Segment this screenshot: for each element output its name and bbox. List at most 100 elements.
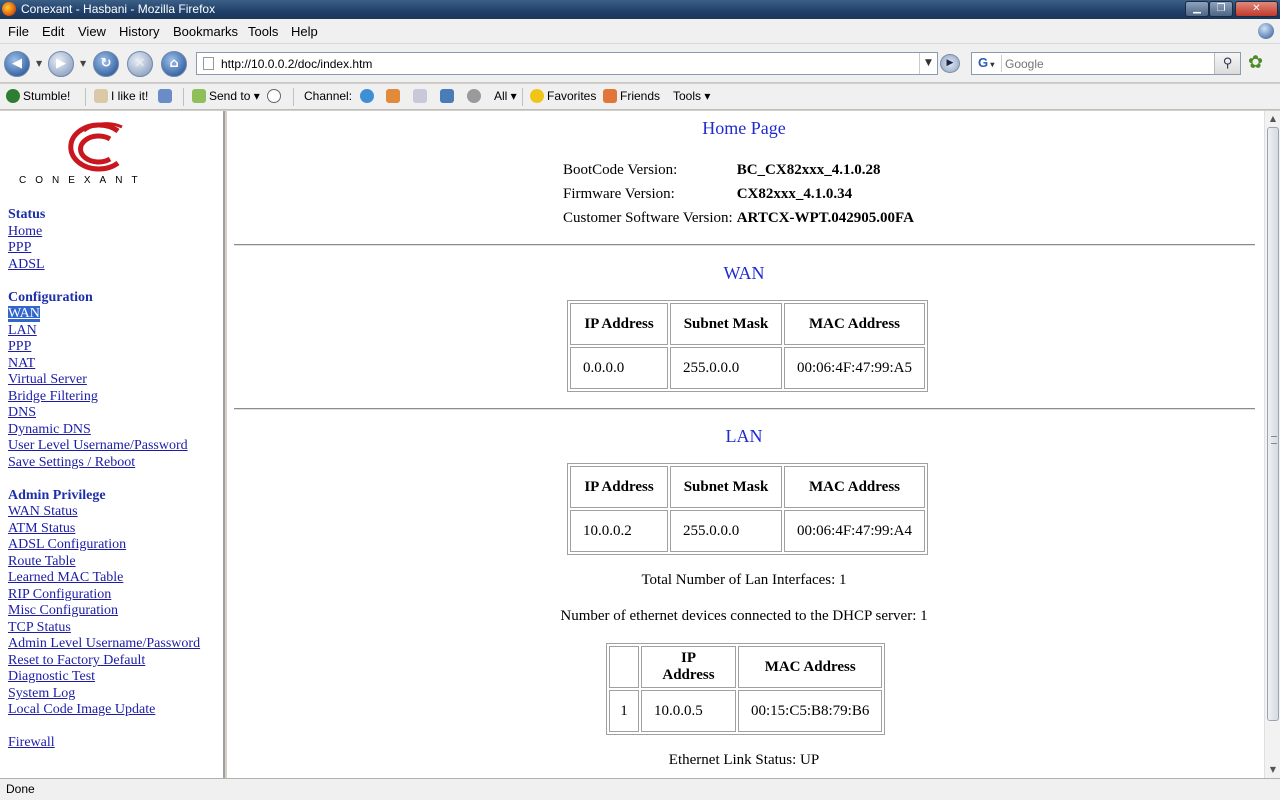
menu-edit[interactable]: Edit	[42, 24, 64, 39]
nav-link-wan-status[interactable]: WAN Status	[8, 504, 78, 520]
nav-link-adsl-configuration[interactable]: ADSL Configuration	[8, 537, 126, 553]
nav-link-adsl[interactable]: ADSL	[8, 257, 45, 273]
like-button[interactable]: I like it!	[94, 89, 148, 103]
nav-link-save-settings-reboot[interactable]: Save Settings / Reboot	[8, 455, 135, 471]
back-button[interactable]: ◀	[4, 51, 30, 77]
nav-link-misc-configuration[interactable]: Misc Configuration	[8, 603, 118, 619]
forward-button[interactable]: ▶	[48, 51, 74, 77]
url-text[interactable]: http://10.0.0.2/doc/index.htm	[221, 57, 372, 71]
nav-link-firewall[interactable]: Firewall	[8, 735, 55, 751]
table-row: 1 10.0.0.5 00:15:C5:B8:79:B6	[609, 690, 883, 732]
version-value: ARTCX-WPT.042905.00FA	[736, 209, 914, 226]
lan-header-ip: IP Address	[570, 466, 668, 508]
menu-view[interactable]: View	[78, 24, 106, 39]
nav-link-ppp[interactable]: PPP	[8, 240, 31, 256]
wan-header-mac: MAC Address	[784, 303, 926, 345]
nav-link-rip-configuration[interactable]: RIP Configuration	[8, 587, 111, 603]
lan-ip: 10.0.0.2	[570, 510, 668, 552]
wan-header-ip: IP Address	[570, 303, 668, 345]
table-row: 0.0.0.0 255.0.0.0 00:06:4F:47:99:A5	[570, 347, 926, 389]
globe-channel-icon[interactable]	[360, 89, 377, 103]
main-scrollbar[interactable]: ▲ ▼	[1264, 111, 1280, 778]
forward-history-dropdown-icon[interactable]: ▼	[80, 59, 86, 68]
dhcp-index: 1	[609, 690, 639, 732]
menu-bar: File Edit View History Bookmarks Tools H…	[0, 19, 1280, 44]
dhcp-mac: 00:15:C5:B8:79:B6	[738, 690, 883, 732]
nav-link-learned-mac-table[interactable]: Learned MAC Table	[8, 570, 123, 586]
nav-link-user-level-username-password[interactable]: User Level Username/Password	[8, 438, 188, 454]
nav-link-virtual-server[interactable]: Virtual Server	[8, 372, 87, 388]
dhcp-header-mac: MAC Address	[738, 646, 883, 688]
home-button[interactable]: ⌂	[161, 51, 187, 77]
nav-link-tcp-status[interactable]: TCP Status	[8, 620, 71, 636]
nav-heading-configuration: Configuration	[8, 290, 93, 305]
menu-tools[interactable]: Tools	[248, 24, 278, 39]
nav-link-reset-to-factory-default[interactable]: Reset to Factory Default	[8, 653, 145, 669]
stumble-button[interactable]: Stumble!	[6, 89, 70, 103]
maximize-button[interactable]: ❐	[1209, 1, 1233, 17]
stumbleupon-toolbar: Stumble! I like it! Send to ▾ Channel: A…	[0, 84, 1280, 110]
frog-addon-icon[interactable]: ✿	[1248, 52, 1272, 74]
friends-button[interactable]: Friends	[603, 89, 660, 103]
nav-link-bridge-filtering[interactable]: Bridge Filtering	[8, 389, 98, 405]
table-row: 10.0.0.2 255.0.0.0 00:06:4F:47:99:A4	[570, 510, 926, 552]
wan-table: IP Address Subnet Mask MAC Address 0.0.0…	[567, 300, 929, 392]
nav-link-local-code-image-update[interactable]: Local Code Image Update	[8, 702, 155, 718]
dislike-button[interactable]	[158, 89, 175, 103]
nav-link-dns[interactable]: DNS	[8, 405, 36, 421]
send-to-button[interactable]: Send to ▾	[192, 89, 260, 103]
channel-label: Channel:	[304, 89, 353, 103]
video-channel-icon[interactable]	[440, 89, 457, 103]
minimize-button[interactable]: ▁	[1185, 1, 1209, 17]
photo-channel-icon[interactable]	[467, 89, 484, 103]
go-button[interactable]: ▶	[940, 54, 960, 73]
thumbs-up-icon	[94, 89, 108, 103]
search-engine-selector[interactable]: G ▾	[974, 55, 1002, 72]
speech-bubble-icon	[267, 89, 281, 103]
favorites-button[interactable]: Favorites	[530, 89, 596, 103]
back-history-dropdown-icon[interactable]: ▼	[36, 59, 42, 68]
search-icon[interactable]: ⚲	[1214, 53, 1240, 74]
stop-button[interactable]: ✕	[127, 51, 153, 77]
window-title: Conexant - Hasbani - Mozilla Firefox	[21, 2, 216, 16]
search-input[interactable]	[1005, 55, 1210, 72]
nav-link-diagnostic-test[interactable]: Diagnostic Test	[8, 669, 95, 685]
status-text: Done	[6, 782, 35, 796]
reload-button[interactable]: ↻	[93, 51, 119, 77]
divider	[234, 408, 1255, 410]
nav-link-dynamic-dns[interactable]: Dynamic DNS	[8, 422, 91, 438]
nav-link-wan[interactable]: WAN	[8, 306, 40, 322]
version-info: BootCode Version: BC_CX82xxx_4.1.0.28 Fi…	[563, 158, 916, 230]
toolbar-separator	[183, 88, 184, 106]
version-label: BootCode Version:	[563, 161, 678, 178]
nav-link-home[interactable]: Home	[8, 224, 42, 240]
menu-history[interactable]: History	[119, 24, 159, 39]
url-dropdown-icon[interactable]: ▼	[919, 53, 937, 74]
all-channels-dropdown[interactable]: All ▾	[494, 89, 517, 103]
nav-link-lan[interactable]: LAN	[8, 323, 37, 339]
scroll-up-arrow-icon[interactable]: ▲	[1265, 111, 1280, 127]
nav-link-route-table[interactable]: Route Table	[8, 554, 76, 570]
scroll-thumb[interactable]	[1267, 127, 1279, 721]
menu-file[interactable]: File	[8, 24, 29, 39]
nav-link-admin-level-username-password[interactable]: Admin Level Username/Password	[8, 636, 200, 652]
people-channel-icon[interactable]	[386, 89, 403, 103]
toolbar-separator	[293, 88, 294, 106]
stumble-tools-menu[interactable]: Tools ▾	[673, 89, 710, 103]
dhcp-device-count: Number of ethernet devices connected to …	[560, 608, 928, 624]
left-nav-frame: CONEXANT Status Home PPP ADSL Configuration W…	[0, 111, 225, 778]
nav-link-atm-status[interactable]: ATM Status	[8, 521, 75, 537]
scroll-down-arrow-icon[interactable]: ▼	[1265, 762, 1280, 778]
wan-mac: 00:06:4F:47:99:A5	[784, 347, 926, 389]
nav-link-system-log[interactable]: System Log	[8, 686, 75, 702]
nav-link-nat[interactable]: NAT	[8, 356, 35, 372]
menu-bookmarks[interactable]: Bookmarks	[173, 24, 238, 39]
nav-link-ppp[interactable]: PPP	[8, 339, 31, 355]
tag-channel-icon[interactable]	[413, 89, 430, 103]
menu-help[interactable]: Help	[291, 24, 318, 39]
lan-header-mask: Subnet Mask	[670, 466, 782, 508]
close-button[interactable]: ✕	[1235, 1, 1278, 17]
firefox-icon	[2, 2, 16, 16]
url-bar[interactable]: http://10.0.0.2/doc/index.htm ▼	[196, 52, 938, 75]
comment-button[interactable]	[267, 89, 284, 103]
